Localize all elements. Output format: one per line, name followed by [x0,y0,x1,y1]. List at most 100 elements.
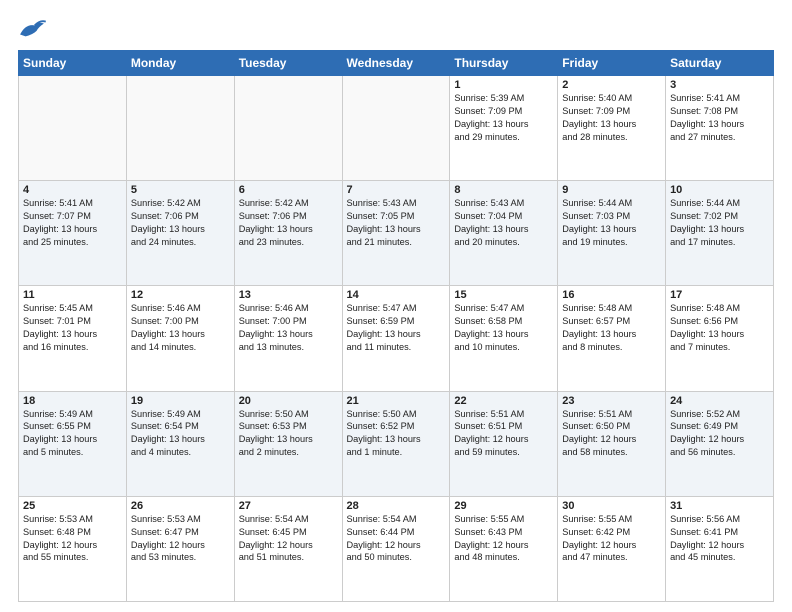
header [18,18,774,40]
day-info: Sunrise: 5:52 AM Sunset: 6:49 PM Dayligh… [670,408,769,460]
day-cell-3: 3Sunrise: 5:41 AM Sunset: 7:08 PM Daylig… [666,76,774,181]
day-number: 19 [131,395,230,407]
day-cell-5: 5Sunrise: 5:42 AM Sunset: 7:06 PM Daylig… [126,181,234,286]
weekday-header-saturday: Saturday [666,51,774,76]
day-cell-26: 26Sunrise: 5:53 AM Sunset: 6:47 PM Dayli… [126,496,234,601]
day-info: Sunrise: 5:50 AM Sunset: 6:52 PM Dayligh… [347,408,446,460]
weekday-header-thursday: Thursday [450,51,558,76]
day-cell-21: 21Sunrise: 5:50 AM Sunset: 6:52 PM Dayli… [342,391,450,496]
day-info: Sunrise: 5:55 AM Sunset: 6:43 PM Dayligh… [454,513,553,565]
day-number: 13 [239,289,338,301]
day-cell-24: 24Sunrise: 5:52 AM Sunset: 6:49 PM Dayli… [666,391,774,496]
day-info: Sunrise: 5:41 AM Sunset: 7:08 PM Dayligh… [670,92,769,144]
day-info: Sunrise: 5:51 AM Sunset: 6:50 PM Dayligh… [562,408,661,460]
day-cell-23: 23Sunrise: 5:51 AM Sunset: 6:50 PM Dayli… [558,391,666,496]
day-info: Sunrise: 5:47 AM Sunset: 6:59 PM Dayligh… [347,302,446,354]
day-cell-28: 28Sunrise: 5:54 AM Sunset: 6:44 PM Dayli… [342,496,450,601]
day-info: Sunrise: 5:54 AM Sunset: 6:44 PM Dayligh… [347,513,446,565]
day-cell-12: 12Sunrise: 5:46 AM Sunset: 7:00 PM Dayli… [126,286,234,391]
day-info: Sunrise: 5:43 AM Sunset: 7:04 PM Dayligh… [454,197,553,249]
week-row-1: 1Sunrise: 5:39 AM Sunset: 7:09 PM Daylig… [19,76,774,181]
day-info: Sunrise: 5:51 AM Sunset: 6:51 PM Dayligh… [454,408,553,460]
day-number: 25 [23,500,122,512]
day-info: Sunrise: 5:56 AM Sunset: 6:41 PM Dayligh… [670,513,769,565]
day-number: 31 [670,500,769,512]
day-info: Sunrise: 5:42 AM Sunset: 7:06 PM Dayligh… [131,197,230,249]
page: SundayMondayTuesdayWednesdayThursdayFrid… [0,0,792,612]
day-number: 3 [670,79,769,91]
day-number: 26 [131,500,230,512]
weekday-header-friday: Friday [558,51,666,76]
day-number: 7 [347,184,446,196]
day-cell-31: 31Sunrise: 5:56 AM Sunset: 6:41 PM Dayli… [666,496,774,601]
weekday-header-monday: Monday [126,51,234,76]
logo [18,18,50,40]
day-number: 22 [454,395,553,407]
day-number: 1 [454,79,553,91]
day-cell-9: 9Sunrise: 5:44 AM Sunset: 7:03 PM Daylig… [558,181,666,286]
day-number: 20 [239,395,338,407]
day-number: 6 [239,184,338,196]
day-cell-empty [342,76,450,181]
logo-bird-icon [18,18,46,40]
day-info: Sunrise: 5:53 AM Sunset: 6:47 PM Dayligh… [131,513,230,565]
day-cell-8: 8Sunrise: 5:43 AM Sunset: 7:04 PM Daylig… [450,181,558,286]
day-info: Sunrise: 5:41 AM Sunset: 7:07 PM Dayligh… [23,197,122,249]
day-cell-30: 30Sunrise: 5:55 AM Sunset: 6:42 PM Dayli… [558,496,666,601]
day-number: 29 [454,500,553,512]
day-number: 11 [23,289,122,301]
weekday-header-tuesday: Tuesday [234,51,342,76]
day-info: Sunrise: 5:50 AM Sunset: 6:53 PM Dayligh… [239,408,338,460]
day-info: Sunrise: 5:54 AM Sunset: 6:45 PM Dayligh… [239,513,338,565]
weekday-header-row: SundayMondayTuesdayWednesdayThursdayFrid… [19,51,774,76]
day-info: Sunrise: 5:48 AM Sunset: 6:57 PM Dayligh… [562,302,661,354]
day-info: Sunrise: 5:42 AM Sunset: 7:06 PM Dayligh… [239,197,338,249]
day-cell-4: 4Sunrise: 5:41 AM Sunset: 7:07 PM Daylig… [19,181,127,286]
day-number: 8 [454,184,553,196]
day-info: Sunrise: 5:46 AM Sunset: 7:00 PM Dayligh… [131,302,230,354]
day-number: 21 [347,395,446,407]
day-info: Sunrise: 5:45 AM Sunset: 7:01 PM Dayligh… [23,302,122,354]
day-info: Sunrise: 5:48 AM Sunset: 6:56 PM Dayligh… [670,302,769,354]
day-number: 4 [23,184,122,196]
day-cell-10: 10Sunrise: 5:44 AM Sunset: 7:02 PM Dayli… [666,181,774,286]
day-number: 23 [562,395,661,407]
day-cell-empty [19,76,127,181]
day-cell-6: 6Sunrise: 5:42 AM Sunset: 7:06 PM Daylig… [234,181,342,286]
day-number: 15 [454,289,553,301]
day-cell-1: 1Sunrise: 5:39 AM Sunset: 7:09 PM Daylig… [450,76,558,181]
day-cell-16: 16Sunrise: 5:48 AM Sunset: 6:57 PM Dayli… [558,286,666,391]
day-info: Sunrise: 5:47 AM Sunset: 6:58 PM Dayligh… [454,302,553,354]
day-number: 17 [670,289,769,301]
day-cell-27: 27Sunrise: 5:54 AM Sunset: 6:45 PM Dayli… [234,496,342,601]
day-info: Sunrise: 5:43 AM Sunset: 7:05 PM Dayligh… [347,197,446,249]
day-cell-empty [234,76,342,181]
day-info: Sunrise: 5:49 AM Sunset: 6:55 PM Dayligh… [23,408,122,460]
day-number: 18 [23,395,122,407]
day-cell-14: 14Sunrise: 5:47 AM Sunset: 6:59 PM Dayli… [342,286,450,391]
day-info: Sunrise: 5:40 AM Sunset: 7:09 PM Dayligh… [562,92,661,144]
day-number: 30 [562,500,661,512]
day-number: 27 [239,500,338,512]
day-cell-7: 7Sunrise: 5:43 AM Sunset: 7:05 PM Daylig… [342,181,450,286]
day-cell-11: 11Sunrise: 5:45 AM Sunset: 7:01 PM Dayli… [19,286,127,391]
day-info: Sunrise: 5:44 AM Sunset: 7:03 PM Dayligh… [562,197,661,249]
day-cell-13: 13Sunrise: 5:46 AM Sunset: 7:00 PM Dayli… [234,286,342,391]
day-number: 10 [670,184,769,196]
day-number: 16 [562,289,661,301]
day-number: 9 [562,184,661,196]
day-cell-29: 29Sunrise: 5:55 AM Sunset: 6:43 PM Dayli… [450,496,558,601]
day-cell-2: 2Sunrise: 5:40 AM Sunset: 7:09 PM Daylig… [558,76,666,181]
day-cell-19: 19Sunrise: 5:49 AM Sunset: 6:54 PM Dayli… [126,391,234,496]
day-number: 24 [670,395,769,407]
day-info: Sunrise: 5:53 AM Sunset: 6:48 PM Dayligh… [23,513,122,565]
weekday-header-wednesday: Wednesday [342,51,450,76]
day-cell-18: 18Sunrise: 5:49 AM Sunset: 6:55 PM Dayli… [19,391,127,496]
day-number: 5 [131,184,230,196]
day-cell-22: 22Sunrise: 5:51 AM Sunset: 6:51 PM Dayli… [450,391,558,496]
week-row-5: 25Sunrise: 5:53 AM Sunset: 6:48 PM Dayli… [19,496,774,601]
calendar-table: SundayMondayTuesdayWednesdayThursdayFrid… [18,50,774,602]
day-cell-17: 17Sunrise: 5:48 AM Sunset: 6:56 PM Dayli… [666,286,774,391]
day-cell-15: 15Sunrise: 5:47 AM Sunset: 6:58 PM Dayli… [450,286,558,391]
day-info: Sunrise: 5:44 AM Sunset: 7:02 PM Dayligh… [670,197,769,249]
